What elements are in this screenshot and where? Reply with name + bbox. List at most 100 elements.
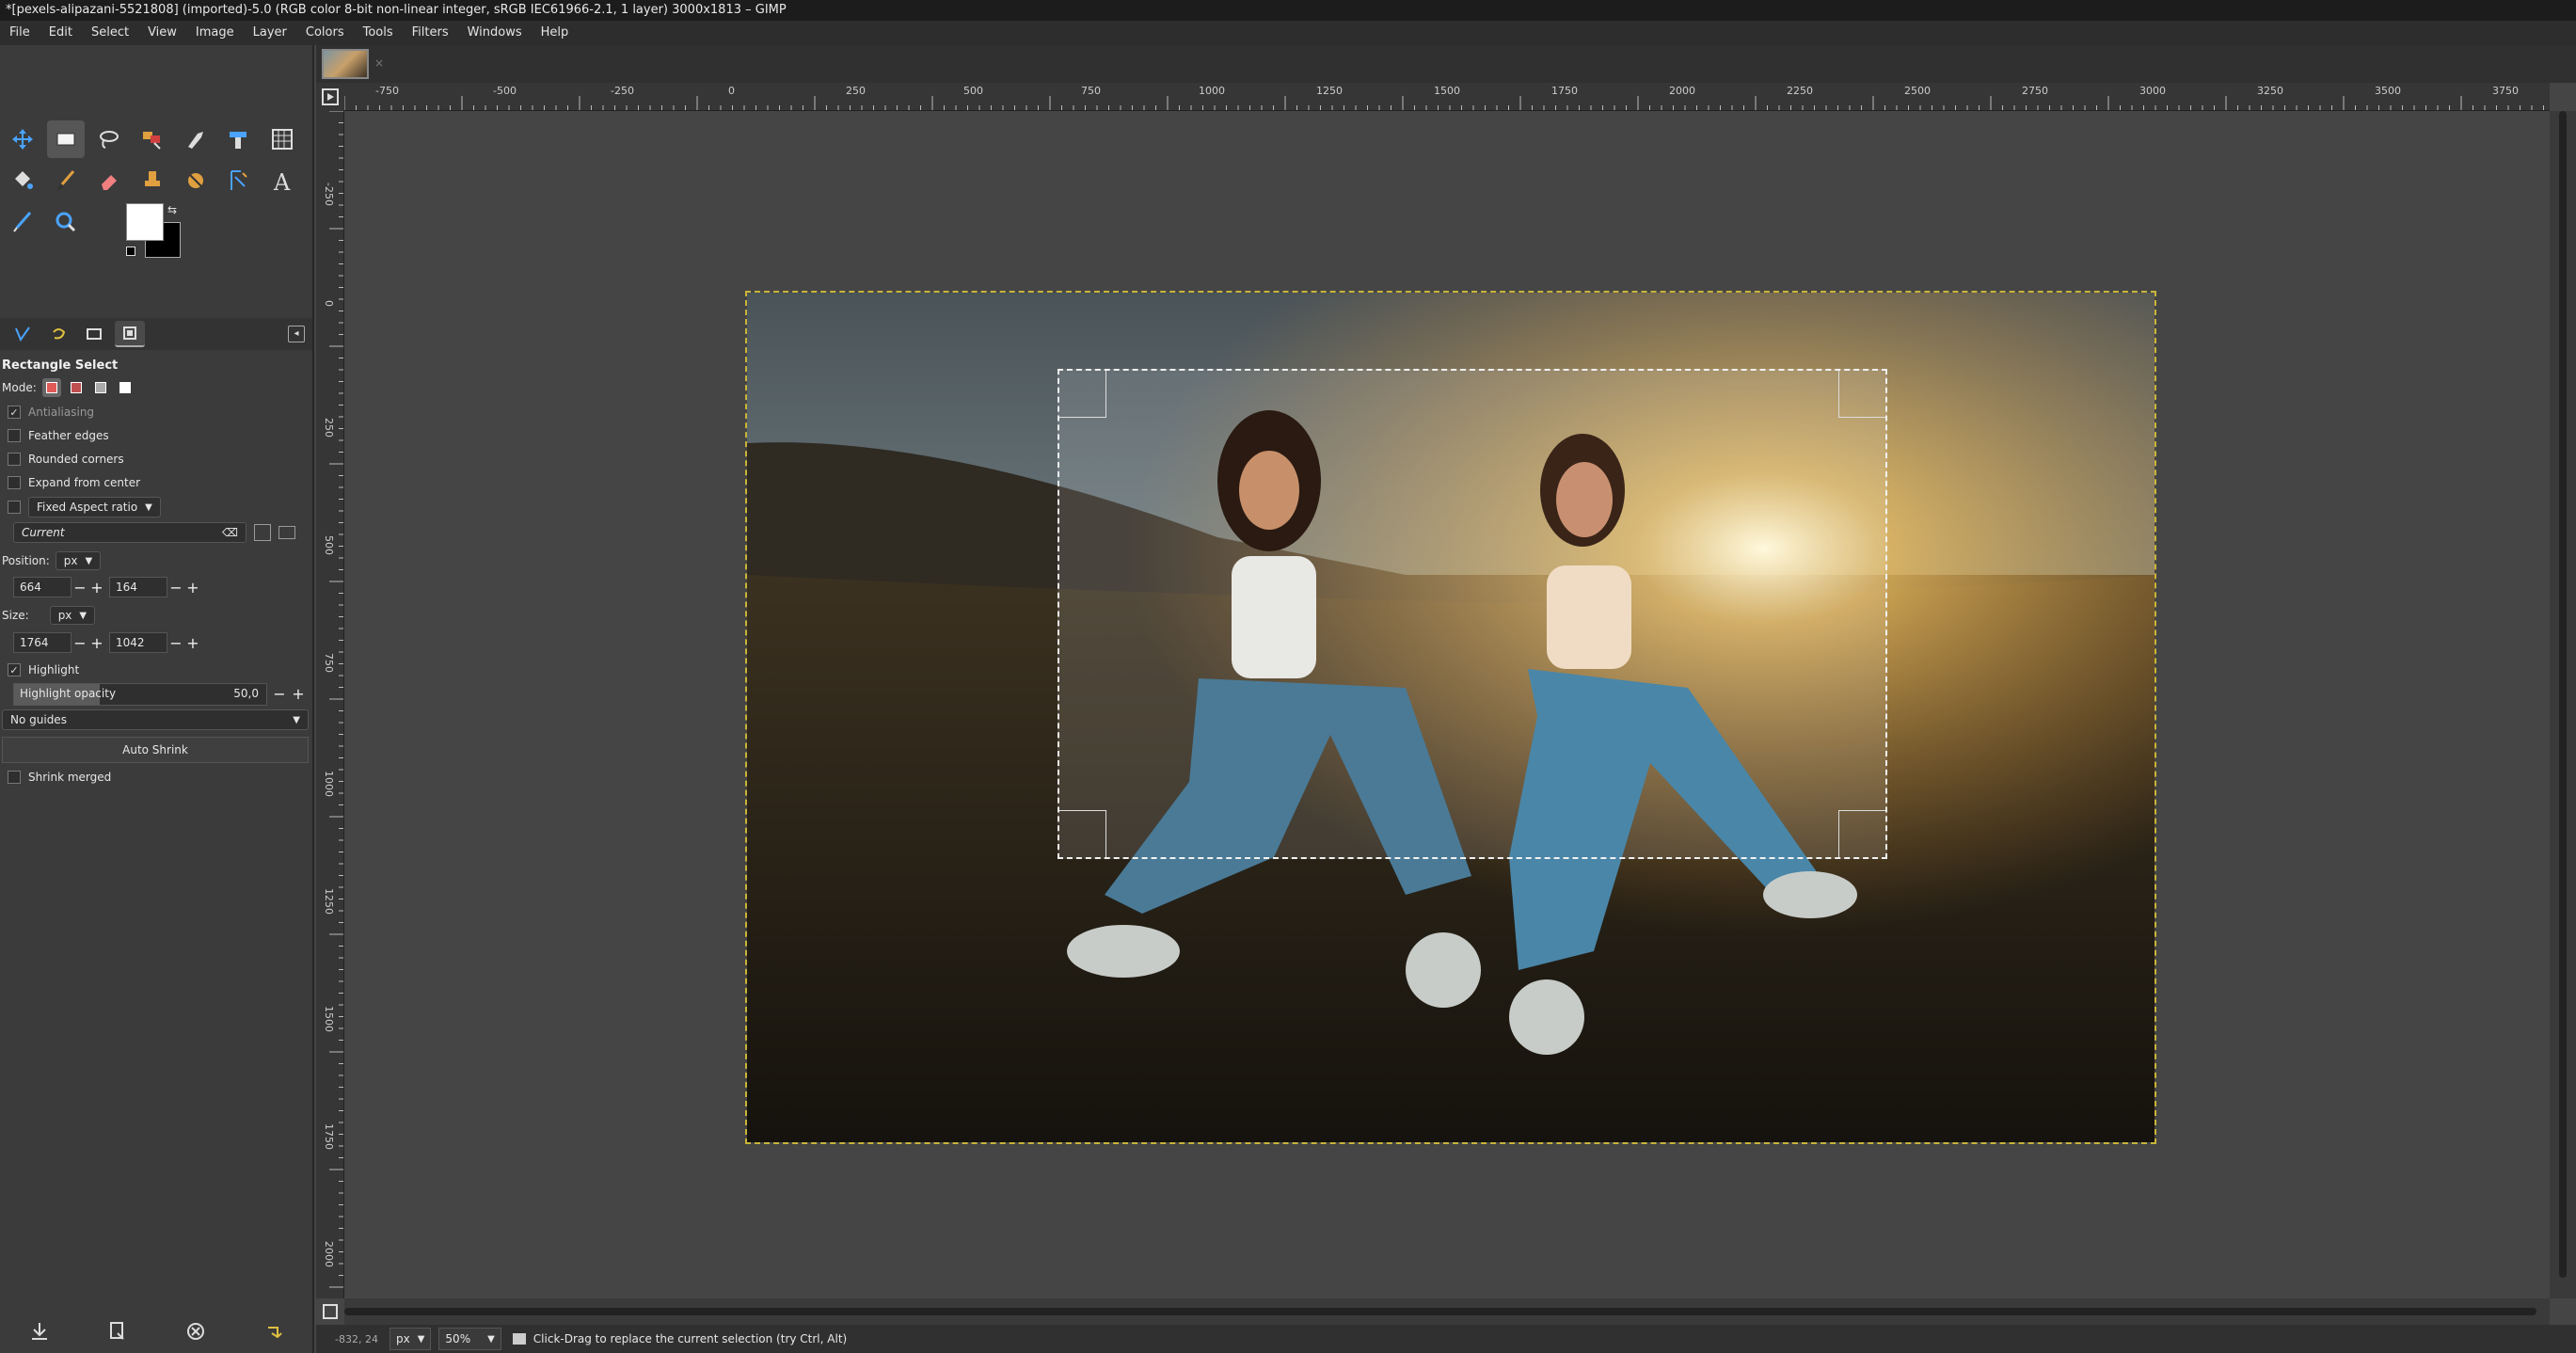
quick-mask-toggle-icon[interactable] [316, 83, 344, 111]
menu-image[interactable]: Image [186, 21, 244, 45]
size-height-plus-icon[interactable]: + [184, 634, 201, 652]
dock-menu-icon[interactable]: ◂ [288, 326, 305, 342]
zoom-dropdown[interactable]: 50% ▼ [438, 1328, 501, 1350]
eraser-icon[interactable] [90, 162, 128, 199]
undo-history-tab-icon[interactable] [43, 321, 73, 347]
selection-handle-top-left[interactable] [1059, 371, 1106, 418]
feather-edges-option[interactable]: Feather edges [0, 424, 312, 447]
portrait-icon[interactable] [254, 524, 271, 541]
menu-file[interactable]: File [0, 21, 40, 45]
highlight-opacity-slider[interactable]: Highlight opacity 50,0 [13, 683, 267, 706]
reset-colors-icon[interactable] [126, 247, 135, 256]
text-tool-icon[interactable]: A [263, 162, 301, 199]
rectangle-select-icon[interactable] [47, 120, 85, 158]
measure-icon[interactable] [220, 162, 258, 199]
menu-help[interactable]: Help [532, 21, 579, 45]
selection-handle-top-right[interactable] [1838, 371, 1885, 418]
position-unit-dropdown[interactable]: px ▼ [55, 551, 102, 570]
position-x-input[interactable]: 664 [13, 577, 72, 597]
fuzzy-select-icon[interactable] [134, 120, 171, 158]
restore-options-icon[interactable] [106, 1320, 129, 1346]
images-tab-icon[interactable] [79, 321, 109, 347]
device-status-tab-icon[interactable] [115, 321, 145, 347]
auto-shrink-button[interactable]: Auto Shrink [2, 737, 309, 763]
transform-icon[interactable] [220, 120, 258, 158]
mode-replace-icon[interactable] [41, 378, 61, 397]
foreground-color-swatch[interactable] [126, 203, 164, 241]
menu-select[interactable]: Select [82, 21, 138, 45]
size-height-minus-icon[interactable]: − [167, 634, 184, 652]
menu-view[interactable]: View [138, 21, 186, 45]
lasso-icon[interactable] [90, 120, 128, 158]
bucket-fill-icon[interactable] [4, 162, 41, 199]
paintbrush-icon[interactable] [47, 162, 85, 199]
photo-layer[interactable] [745, 291, 2156, 1144]
zoom-icon[interactable] [47, 203, 85, 241]
warp-icon[interactable] [263, 120, 301, 158]
expand-from-center-checkbox[interactable] [8, 476, 21, 489]
swap-colors-icon[interactable]: ⇆ [167, 203, 177, 216]
rounded-corners-checkbox[interactable] [8, 453, 21, 466]
position-y-minus-icon[interactable]: − [167, 579, 184, 597]
vertical-scroll-track[interactable] [2559, 111, 2567, 1278]
horizontal-ruler[interactable]: -750 -500 -250 0 250 500 750 1000 1250 1500 1750 20… [344, 83, 2550, 111]
size-unit-dropdown[interactable]: px ▼ [49, 606, 96, 625]
menu-windows[interactable]: Windows [458, 21, 532, 45]
vertical-ruler[interactable]: -2500250500750100012501500175020002250 [316, 111, 344, 1298]
image-canvas[interactable] [344, 111, 2550, 1298]
current-ratio-field[interactable]: Current ⌫ [13, 522, 246, 543]
size-height-input[interactable]: 1042 [109, 632, 167, 653]
selection-handle-bottom-left[interactable] [1059, 810, 1106, 857]
position-y-plus-icon[interactable]: + [184, 579, 201, 597]
save-options-icon[interactable] [28, 1320, 51, 1346]
navigate-icon[interactable] [316, 1298, 344, 1325]
menu-tools[interactable]: Tools [354, 21, 403, 45]
shrink-merged-checkbox[interactable] [8, 771, 21, 784]
highlight-opacity-minus-icon[interactable]: − [271, 685, 288, 703]
size-width-plus-icon[interactable]: + [88, 634, 105, 652]
paths-icon[interactable] [177, 120, 215, 158]
mode-add-icon[interactable] [67, 378, 86, 397]
feather-edges-checkbox[interactable] [8, 429, 21, 442]
position-x-plus-icon[interactable]: + [88, 579, 105, 597]
tool-options-tab-icon[interactable] [8, 321, 38, 347]
size-width-minus-icon[interactable]: − [72, 634, 88, 652]
move-tool-icon[interactable] [4, 120, 41, 158]
unit-dropdown[interactable]: px ▼ [390, 1328, 432, 1350]
position-y-input[interactable]: 164 [109, 577, 167, 597]
horizontal-scroll-track[interactable] [344, 1308, 2536, 1315]
position-x-minus-icon[interactable]: − [72, 579, 88, 597]
image-tab-thumbnail[interactable] [322, 49, 369, 79]
smudge-icon[interactable] [177, 162, 215, 199]
shrink-merged-option[interactable]: Shrink merged [0, 766, 312, 788]
menu-edit[interactable]: Edit [40, 21, 82, 45]
landscape-icon[interactable] [278, 526, 295, 539]
menu-layer[interactable]: Layer [244, 21, 296, 45]
clone-icon[interactable] [134, 162, 171, 199]
rounded-corners-option[interactable]: Rounded corners [0, 448, 312, 470]
fixed-checkbox[interactable] [8, 501, 21, 514]
highlight-option[interactable]: ✓ Highlight [0, 659, 312, 681]
mode-subtract-icon[interactable] [91, 378, 110, 397]
ruler-v-label: 0 [323, 300, 335, 307]
highlight-checkbox[interactable]: ✓ [8, 663, 21, 676]
size-width-input[interactable]: 1764 [13, 632, 72, 653]
fixed-aspect-dropdown[interactable]: Fixed Aspect ratio ▼ [28, 497, 161, 517]
clear-field-icon[interactable]: ⌫ [222, 526, 238, 539]
vertical-scrollbar[interactable] [2550, 111, 2576, 1298]
horizontal-scrollbar[interactable] [344, 1298, 2550, 1325]
reset-options-icon[interactable] [262, 1320, 285, 1346]
antialiasing-option[interactable]: ✓ Antialiasing [0, 401, 312, 423]
highlight-opacity-plus-icon[interactable]: + [290, 685, 307, 703]
antialiasing-checkbox[interactable]: ✓ [8, 406, 21, 419]
menu-filters[interactable]: Filters [403, 21, 458, 45]
selection-rectangle[interactable] [1057, 369, 1887, 859]
guides-dropdown[interactable]: No guides ▼ [2, 709, 309, 730]
color-picker-icon[interactable] [4, 203, 41, 241]
expand-from-center-option[interactable]: Expand from center [0, 471, 312, 494]
menu-colors[interactable]: Colors [296, 21, 354, 45]
selection-handle-bottom-right[interactable] [1838, 810, 1885, 857]
mode-intersect-icon[interactable] [116, 378, 135, 397]
close-tab-icon[interactable]: × [374, 56, 388, 70]
delete-options-icon[interactable] [184, 1320, 207, 1346]
